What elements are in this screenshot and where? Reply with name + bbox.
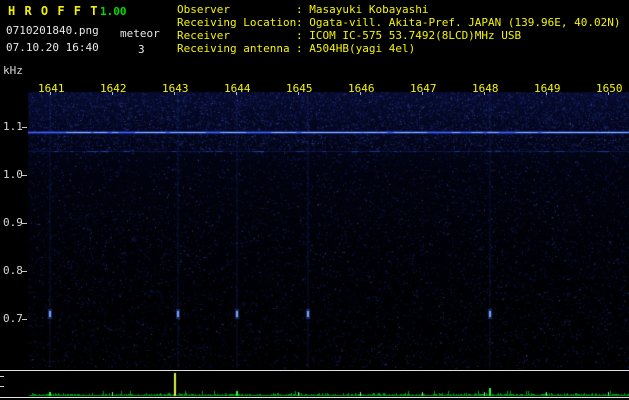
x-tick-label: 1644 — [224, 82, 251, 95]
x-tick-label: 1648 — [472, 82, 499, 95]
x-tick-label: 1642 — [100, 82, 127, 95]
x-tick-mark — [546, 92, 547, 95]
x-tick-mark — [236, 92, 237, 95]
x-tick-label: 1650 — [596, 82, 623, 95]
info-value: : Masayuki Kobayashi — [296, 3, 428, 16]
y-tick-label: 1.0 — [3, 168, 23, 181]
y-tick-mark — [22, 271, 27, 272]
x-tick-mark — [174, 92, 175, 95]
y-tick-mark — [22, 319, 27, 320]
y-tick-label: 0.7 — [3, 312, 23, 325]
x-tick-mark — [50, 92, 51, 95]
x-tick-mark — [298, 92, 299, 95]
info-value: : A504HB(yagi 4el) — [296, 42, 415, 55]
strip-scale-tick — [0, 386, 4, 387]
x-tick-label: 1643 — [162, 82, 189, 95]
y-tick-mark — [22, 223, 27, 224]
info-value: : Ogata-vill. Akita-Pref. JAPAN (139.96E… — [296, 16, 621, 29]
info-label: Observer — [177, 3, 230, 16]
x-tick-mark — [422, 92, 423, 95]
info-row-location: Receiving Location : Ogata-vill. Akita-P… — [0, 16, 629, 29]
y-tick-label: 0.9 — [3, 216, 23, 229]
x-tick-mark — [112, 92, 113, 95]
info-row-antenna: Receiving antenna : A504HB(yagi 4el) — [0, 42, 629, 55]
info-label: Receiving antenna — [177, 42, 290, 55]
strip-scale-tick — [0, 376, 4, 377]
strip-bottom-border — [0, 397, 629, 398]
x-tick-label: 1641 — [38, 82, 65, 95]
x-tick-mark — [360, 92, 361, 95]
y-tick-label: 0.8 — [3, 264, 23, 277]
info-row-receiver: Receiver : ICOM IC-575 53.7492(8LCD)MHz … — [0, 29, 629, 42]
x-tick-mark — [484, 92, 485, 95]
x-tick-label: 1649 — [534, 82, 561, 95]
hrofft-screen: H R O F F T 1.00 0710201840.png meteor 0… — [0, 0, 629, 400]
y-tick-mark — [22, 127, 27, 128]
strip-top-border — [0, 370, 629, 371]
info-row-observer: Observer : Masayuki Kobayashi — [0, 3, 629, 16]
x-tick-mark — [608, 92, 609, 95]
x-tick-label: 1647 — [410, 82, 437, 95]
y-axis-unit: kHz — [3, 64, 23, 77]
spectrogram-canvas — [0, 0, 629, 400]
x-tick-label: 1645 — [286, 82, 313, 95]
info-value: : ICOM IC-575 53.7492(8LCD)MHz USB — [296, 29, 521, 42]
info-label: Receiving Location — [177, 16, 296, 29]
info-label: Receiver — [177, 29, 230, 42]
x-tick-label: 1646 — [348, 82, 375, 95]
y-tick-mark — [22, 175, 27, 176]
y-tick-label: 1.1 — [3, 120, 23, 133]
